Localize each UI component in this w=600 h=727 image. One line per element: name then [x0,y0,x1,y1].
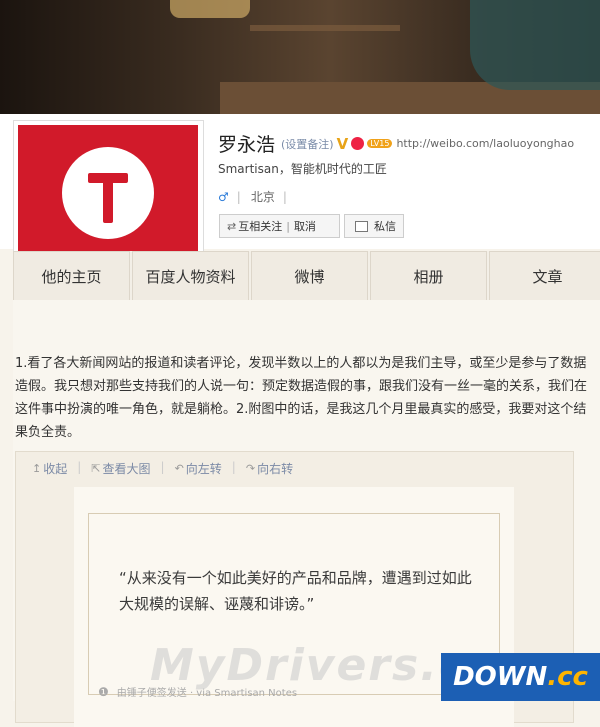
name-row: 罗永浩 (设置备注) V LV15 http://weibo.com/laolu… [218,130,574,157]
meta-separator: | [282,189,287,204]
profile-nav: 他的主页 百度人物资料 微博 相册 文章 [13,251,600,301]
view-large-label: 查看大图 [102,462,151,476]
logo-part-down: DOWN [453,662,548,692]
view-large-button[interactable]: ⇱ 查看大图 [91,460,150,477]
tab-album[interactable]: 相册 [370,251,487,301]
post-text: 1.看了各大新闻网站的报道和读者评论，发现半数以上的人都以为是我们主导，或至少是… [15,356,588,440]
tool-separator: | [77,460,82,474]
unfollow-button[interactable]: 取消 [294,218,316,234]
medal-icon[interactable] [351,137,365,150]
mutual-follow-icon: ⇄ [227,219,237,233]
tab-home[interactable]: 他的主页 [13,251,130,301]
down-cc-logo: DOWN .cc [441,653,600,701]
rotate-left-label: 向左转 [185,462,222,476]
view-large-icon: ⇱ [91,462,101,475]
profile-location[interactable]: 北京 [251,188,275,205]
collapse-icon: ↥ [32,462,42,475]
tool-separator: | [231,460,236,474]
set-remark-link[interactable]: (设置备注) [281,136,334,152]
rotate-left-button[interactable]: ↶ 向左转 [175,460,222,477]
collapse-label: 收起 [43,462,68,476]
tab-weibo[interactable]: 微博 [251,251,368,301]
tool-separator: | [160,460,165,474]
level-badge[interactable]: LV15 [367,139,393,148]
rotate-left-icon: ↶ [174,462,184,475]
profile-url[interactable]: http://weibo.com/laoluoyonghao [396,137,574,150]
profile-name: 罗永浩 [218,134,276,156]
tab-baidu-profile[interactable]: 百度人物资料 [132,251,249,301]
meta-separator: | [236,189,241,204]
collapse-image-button[interactable]: ↥ 收起 [32,460,67,477]
smartisan-logo-t-stem [103,179,113,223]
logo-part-cc: .cc [547,662,588,692]
follow-button-group: ⇄ 互相关注 | 取消 [219,214,340,238]
banner-craftsman [470,0,600,90]
banner-lamp [170,0,250,18]
message-label: 私信 [374,220,396,233]
image-toolbar: ↥ 收起 | ⇱ 查看大图 | ↶ 向左转 | ↷ 向右转 [32,460,293,477]
follow-divider: | [286,219,290,233]
mutual-follow-label[interactable]: 互相关注 [238,218,282,234]
message-icon [355,220,368,232]
note-footer-icon: ❶ [98,684,109,699]
male-icon: ♂ [218,189,229,204]
rotate-right-label: 向右转 [257,462,294,476]
banner-shelf [250,25,400,31]
tab-articles[interactable]: 文章 [489,251,600,301]
rotate-right-icon: ↷ [245,462,256,475]
message-button[interactable]: 私信 [344,214,404,238]
profile-bio: Smartisan，智能机时代的工匠 [218,162,387,176]
rotate-right-button[interactable]: ↷ 向右转 [246,460,293,477]
cover-banner [0,0,600,114]
verified-icon[interactable]: V [337,135,349,153]
note-quote: “从来没有一个如此美好的产品和品牌，遭遇到过如此大规模的误解、诬蔑和诽谤。” [119,569,472,613]
profile-meta: ♂ | 北京 | [218,188,287,205]
